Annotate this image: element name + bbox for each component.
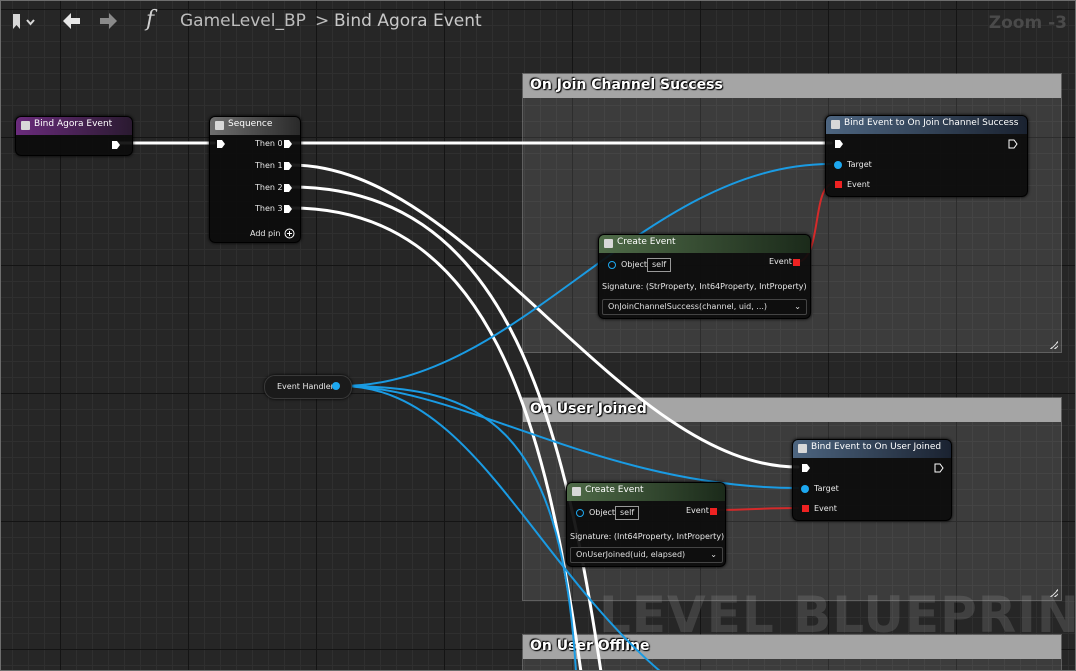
signature-text: Signature: (StrProperty, Int64Property, … [602, 282, 807, 291]
target-label: Target [847, 160, 872, 169]
node-title: Event Handler [277, 382, 334, 391]
node-header: Bind Event to On Join Channel Success [826, 116, 1027, 134]
node-header: Create Event [567, 483, 725, 501]
function-dropdown-value: OnUserJoined(uid, elapsed) [576, 550, 686, 559]
then-3-label: Then 3 [255, 204, 283, 213]
exec-out-pin-icon[interactable] [111, 140, 121, 150]
function-dropdown[interactable]: OnUserJoined(uid, elapsed) ⌄ [570, 547, 723, 563]
node-header: Bind Agora Event [16, 117, 132, 135]
node-title: Bind Agora Event [34, 119, 113, 129]
target-pin-icon[interactable] [834, 161, 842, 169]
event-label: Event [847, 180, 870, 189]
exec-out-pin-icon[interactable] [934, 463, 944, 473]
function-dropdown[interactable]: OnJoinChannelSuccess(channel, uid, ...) … [602, 299, 807, 315]
then-0-pin-icon[interactable] [283, 139, 293, 149]
breadcrumb-blueprint[interactable]: GameLevel_BP [180, 11, 306, 31]
object-pin-icon[interactable] [608, 261, 616, 269]
event-pin-icon[interactable] [802, 505, 809, 512]
function-icon [798, 444, 807, 453]
add-pin-icon[interactable] [284, 228, 295, 239]
chevron-down-icon: ⌄ [794, 302, 801, 311]
event-pin-icon[interactable] [710, 508, 717, 515]
create-event-user-joined-node[interactable]: Create Event Object self Event Signature… [566, 482, 726, 567]
sequence-icon [215, 121, 224, 130]
exec-in-pin-icon[interactable] [801, 463, 811, 473]
node-title: Create Event [617, 237, 676, 247]
breadcrumb-function[interactable]: Bind Agora Event [334, 11, 482, 31]
function-icon [831, 120, 840, 129]
breadcrumb-separator-icon: > [315, 11, 330, 31]
node-title: Sequence [228, 119, 273, 129]
node-header: Create Event [599, 235, 810, 253]
delegate-wire [716, 507, 799, 511]
zoom-level: Zoom -3 [988, 13, 1067, 33]
add-pin-label[interactable]: Add pin [250, 229, 280, 238]
event-pin-icon[interactable] [793, 259, 800, 266]
bind-event-user-joined-node[interactable]: Bind Event to On User Joined Target Even… [792, 439, 952, 521]
node-header: Bind Event to On User Joined [793, 440, 951, 458]
node-title: Bind Event to On User Joined [811, 442, 942, 452]
object-wire [340, 385, 577, 670]
object-pin-icon[interactable] [576, 509, 584, 517]
create-event-join-node[interactable]: Create Event Object self Event Signature… [598, 234, 811, 319]
wires-layer [117, 141, 833, 670]
object-self-input[interactable]: self [615, 506, 640, 520]
event-handler-variable-node[interactable]: Event Handler [264, 375, 352, 399]
object-label: Object [589, 508, 616, 517]
target-label: Target [814, 484, 839, 493]
sequence-node[interactable]: Sequence Then 0 Then 1 Then 2 Then 3 Add… [209, 116, 301, 243]
event-label: Event [686, 506, 709, 515]
signature-text: Signature: (Int64Property, IntProperty) [570, 532, 725, 541]
object-label: Object [621, 260, 648, 269]
arrow-left-icon[interactable] [61, 11, 81, 31]
node-header: Sequence [210, 117, 300, 135]
then-2-pin-icon[interactable] [283, 183, 293, 193]
exec-out-pin-icon[interactable] [1008, 139, 1018, 149]
then-1-pin-icon[interactable] [283, 161, 293, 171]
event-label: Event [814, 504, 837, 513]
chevron-down-icon: ⌄ [710, 550, 717, 559]
target-pin-icon[interactable] [801, 485, 809, 493]
node-icon [604, 239, 613, 248]
bind-event-join-channel-success-node[interactable]: Bind Event to On Join Channel Success Ta… [825, 115, 1028, 197]
exec-in-pin-icon[interactable] [834, 139, 844, 149]
node-icon [572, 487, 581, 496]
node-icon [21, 121, 30, 130]
bookmark-icon[interactable] [11, 13, 37, 31]
event-label: Event [769, 257, 792, 266]
blueprint-graph-canvas[interactable]: On Join Channel Success On User Joined O… [0, 0, 1076, 671]
object-self-input[interactable]: self [647, 258, 672, 272]
event-pin-icon[interactable] [835, 181, 842, 188]
then-3-pin-icon[interactable] [283, 204, 293, 214]
then-0-label: Then 0 [255, 139, 283, 148]
arrow-right-icon[interactable] [99, 11, 119, 31]
object-out-pin-icon[interactable] [332, 382, 340, 390]
then-2-label: Then 2 [255, 183, 283, 192]
function-dropdown-value: OnJoinChannelSuccess(channel, uid, ...) [608, 302, 768, 311]
graph-toolbar: f GameLevel_BP > Bind Agora Event Zoom -… [1, 1, 1075, 43]
function-icon: f [146, 7, 155, 32]
then-1-label: Then 1 [255, 161, 283, 170]
exec-in-pin-icon[interactable] [216, 139, 226, 149]
bind-agora-event-node[interactable]: Bind Agora Event [15, 116, 133, 156]
node-title: Create Event [585, 485, 644, 495]
exec-wire [289, 206, 583, 670]
node-title: Bind Event to On Join Channel Success [844, 118, 1019, 128]
object-wire [340, 385, 799, 489]
